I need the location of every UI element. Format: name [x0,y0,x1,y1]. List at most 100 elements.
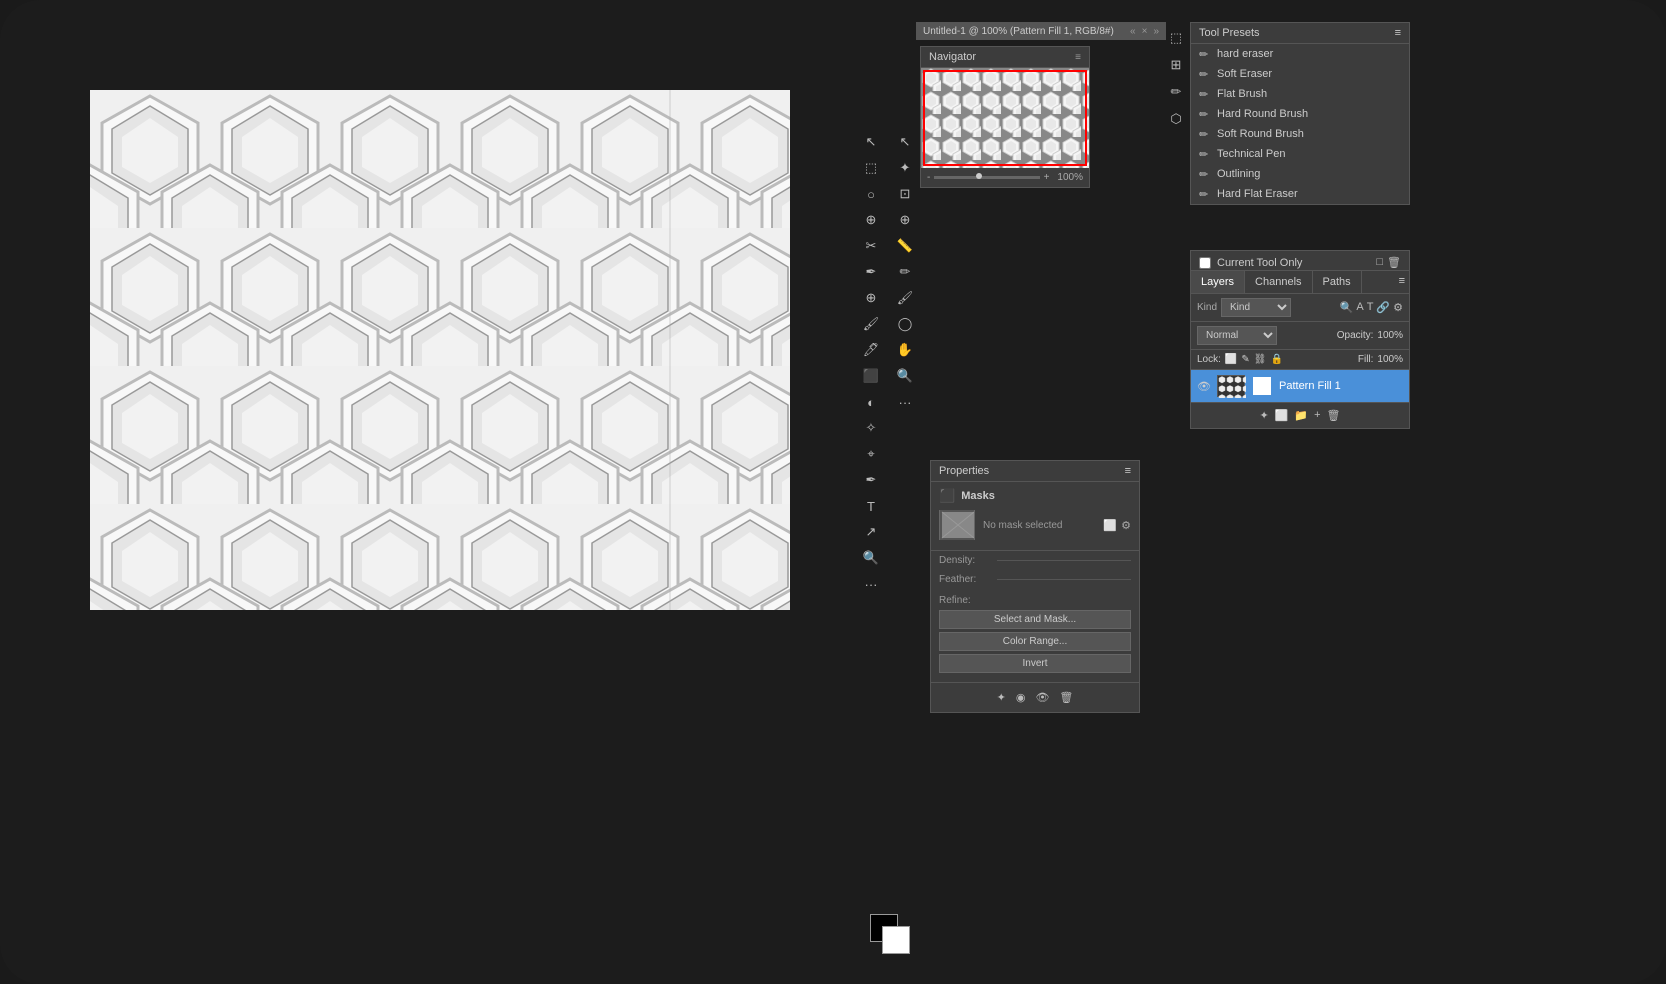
eyedropper-icon[interactable]: ✒ [859,260,883,284]
gradient-icon[interactable]: ◐ [859,390,883,414]
preset-delete-icon[interactable]: 🗑 [1387,256,1401,269]
nav-zoom-slider[interactable] [934,176,1039,179]
pen-alt-icon[interactable]: ✏ [893,260,917,284]
pen-icon[interactable]: ✒ [859,468,883,492]
navigator-menu-icon[interactable]: ≡ [1075,52,1081,63]
background-color[interactable] [882,926,910,954]
ruler-icon[interactable]: 📏 [893,234,917,258]
far-right-icon-3[interactable]: ✏ [1164,80,1188,104]
kind-select[interactable]: Kind [1221,298,1291,317]
patch-icon[interactable]: ⊕ [893,208,917,232]
layers-menu-icon[interactable]: ≡ [1395,271,1409,293]
far-right-icon-1[interactable]: ⬚ [1164,26,1188,50]
layer-item-0[interactable]: 👁 Pattern Fill 1 [1191,370,1409,402]
layers-mask-icon[interactable]: ⬜ [1275,409,1289,422]
dodge-icon[interactable]: ⌖ [859,442,883,466]
props-delete-icon[interactable]: 🗑 [1059,691,1073,704]
preset-item-soft-eraser[interactable]: ✏ Soft Eraser [1191,64,1409,84]
toolbar-far-right: ⬚ ⊞ ✏ ⬡ [1163,22,1189,131]
mask-action-icons: ⬜ ⚙ [1103,519,1131,532]
filter-icon-adjust[interactable]: A [1356,301,1363,314]
preset-new-icon[interactable]: □ [1376,256,1383,269]
lock-icon-2[interactable]: ✎ [1241,354,1249,365]
path-selection-icon[interactable]: ↗ [859,520,883,544]
stamp-tool-icon[interactable]: 🖊 [859,338,883,362]
zoom-alt-icon[interactable]: 🔍 [893,364,917,388]
fill-value[interactable]: 100% [1377,354,1403,365]
layers-new-icon[interactable]: + [1314,409,1320,422]
hand-icon[interactable]: ✋ [893,338,917,362]
preset-icon-2: ✏ [1199,88,1208,101]
masks-section: ⬛ Masks No mask selected ⬜ ⚙ [931,482,1139,551]
doc-nav-left[interactable]: « [1130,26,1136,37]
slice-icon[interactable]: ⊡ [893,182,917,206]
lock-icon-3[interactable]: ⛓ [1254,354,1267,365]
lasso-tool-icon[interactable]: ○ [859,182,883,206]
color-range-btn[interactable]: Color Range... [939,632,1131,651]
nav-zoom-plus-icon[interactable]: + [1044,172,1050,183]
more-icon[interactable]: ··· [859,572,883,596]
blur-icon[interactable]: ✧ [859,416,883,440]
navigator-header-icons: ≡ [1075,52,1081,63]
tab-layers[interactable]: Layers [1191,271,1245,293]
tool-presets-panel: Tool Presets ≡ ✏ hard eraser ✏ Soft Eras… [1190,22,1410,205]
props-fx-icon[interactable]: ✦ [997,691,1006,704]
preset-item-hard-eraser[interactable]: ✏ hard eraser [1191,44,1409,64]
brush-tool-icon[interactable]: 🖌 [859,312,883,336]
preset-item-flat-brush[interactable]: ✏ Flat Brush [1191,84,1409,104]
current-tool-only-checkbox[interactable] [1199,257,1211,269]
invert-btn[interactable]: Invert [939,654,1131,673]
preset-icon-4: ✏ [1199,128,1208,141]
wand-icon[interactable]: ✦ [893,156,917,180]
far-right-icon-2[interactable]: ⊞ [1164,53,1188,77]
move-tool-icon[interactable]: ↖ [859,130,883,154]
select-and-mask-btn[interactable]: Select and Mask... [939,610,1131,629]
layers-fx-icon[interactable]: ✦ [1259,409,1268,422]
preset-item-hard-round-brush[interactable]: ✏ Hard Round Brush [1191,104,1409,124]
lock-icon-4[interactable]: 🔒 [1270,354,1282,365]
type-icon[interactable]: T [859,494,883,518]
properties-menu-icon[interactable]: ≡ [1125,465,1131,477]
add-pixel-mask-icon[interactable]: ⬜ [1103,519,1117,532]
eraser-icon[interactable]: ⬛ [859,364,883,388]
add-vector-mask-icon[interactable]: ⚙ [1121,519,1131,532]
props-circle-icon[interactable]: ◉ [1016,691,1026,704]
doc-nav-right[interactable]: » [1153,26,1159,37]
filter-icon-smart[interactable]: ⚙ [1393,301,1403,314]
layer-mask-thumbnail [1251,375,1273,397]
lock-row: Lock: ⬜ ✎ ⛓ 🔒 Fill: 100% [1191,350,1409,370]
filter-icon-link[interactable]: 🔗 [1376,301,1390,314]
lock-icon-1[interactable]: ⬜ [1225,354,1237,365]
preset-item-soft-round-brush[interactable]: ✏ Soft Round Brush [1191,124,1409,144]
feather-label: Feather: [939,574,989,585]
doc-close-btn[interactable]: × [1142,26,1148,37]
layers-group-icon[interactable]: 📁 [1294,409,1308,422]
feather-row: Feather: [931,570,1139,589]
direct-selection-icon[interactable]: ↖ [893,130,917,154]
selection-tool-icon[interactable]: ⊕ [859,208,883,232]
layers-delete-icon[interactable]: 🗑 [1327,409,1341,422]
filter-icon-type[interactable]: T [1367,301,1374,314]
props-eye-icon[interactable]: 👁 [1035,691,1049,704]
density-slider[interactable] [997,560,1131,561]
preset-item-technical-pen[interactable]: ✏ Technical Pen [1191,144,1409,164]
zoom-icon[interactable]: 🔍 [859,546,883,570]
sponge-icon[interactable]: ◯ [893,312,917,336]
marquee-tool-icon[interactable]: ⬚ [859,156,883,180]
brush-alt-icon[interactable]: 🖌 [893,286,917,310]
far-right-icon-4[interactable]: ⬡ [1164,107,1188,131]
extra-icon[interactable]: ··· [893,390,917,414]
layer-visibility-eye[interactable]: 👁 [1197,379,1211,393]
blend-mode-select[interactable]: Normal [1197,326,1277,345]
preset-item-outlining[interactable]: ✏ Outlining [1191,164,1409,184]
tab-paths[interactable]: Paths [1313,271,1362,293]
tab-channels[interactable]: Channels [1245,271,1312,293]
crop-tool-icon[interactable]: ✂ [859,234,883,258]
preset-item-hard-flat-eraser[interactable]: ✏ Hard Flat Eraser [1191,184,1409,204]
filter-icon-search[interactable]: 🔍 [1340,301,1354,314]
heal-brush-icon[interactable]: ⊕ [859,286,883,310]
feather-slider[interactable] [997,579,1131,580]
opacity-value[interactable]: 100% [1377,330,1403,341]
nav-zoom-minus-icon[interactable]: - [927,172,930,183]
tool-presets-menu-icon[interactable]: ≡ [1395,27,1401,39]
